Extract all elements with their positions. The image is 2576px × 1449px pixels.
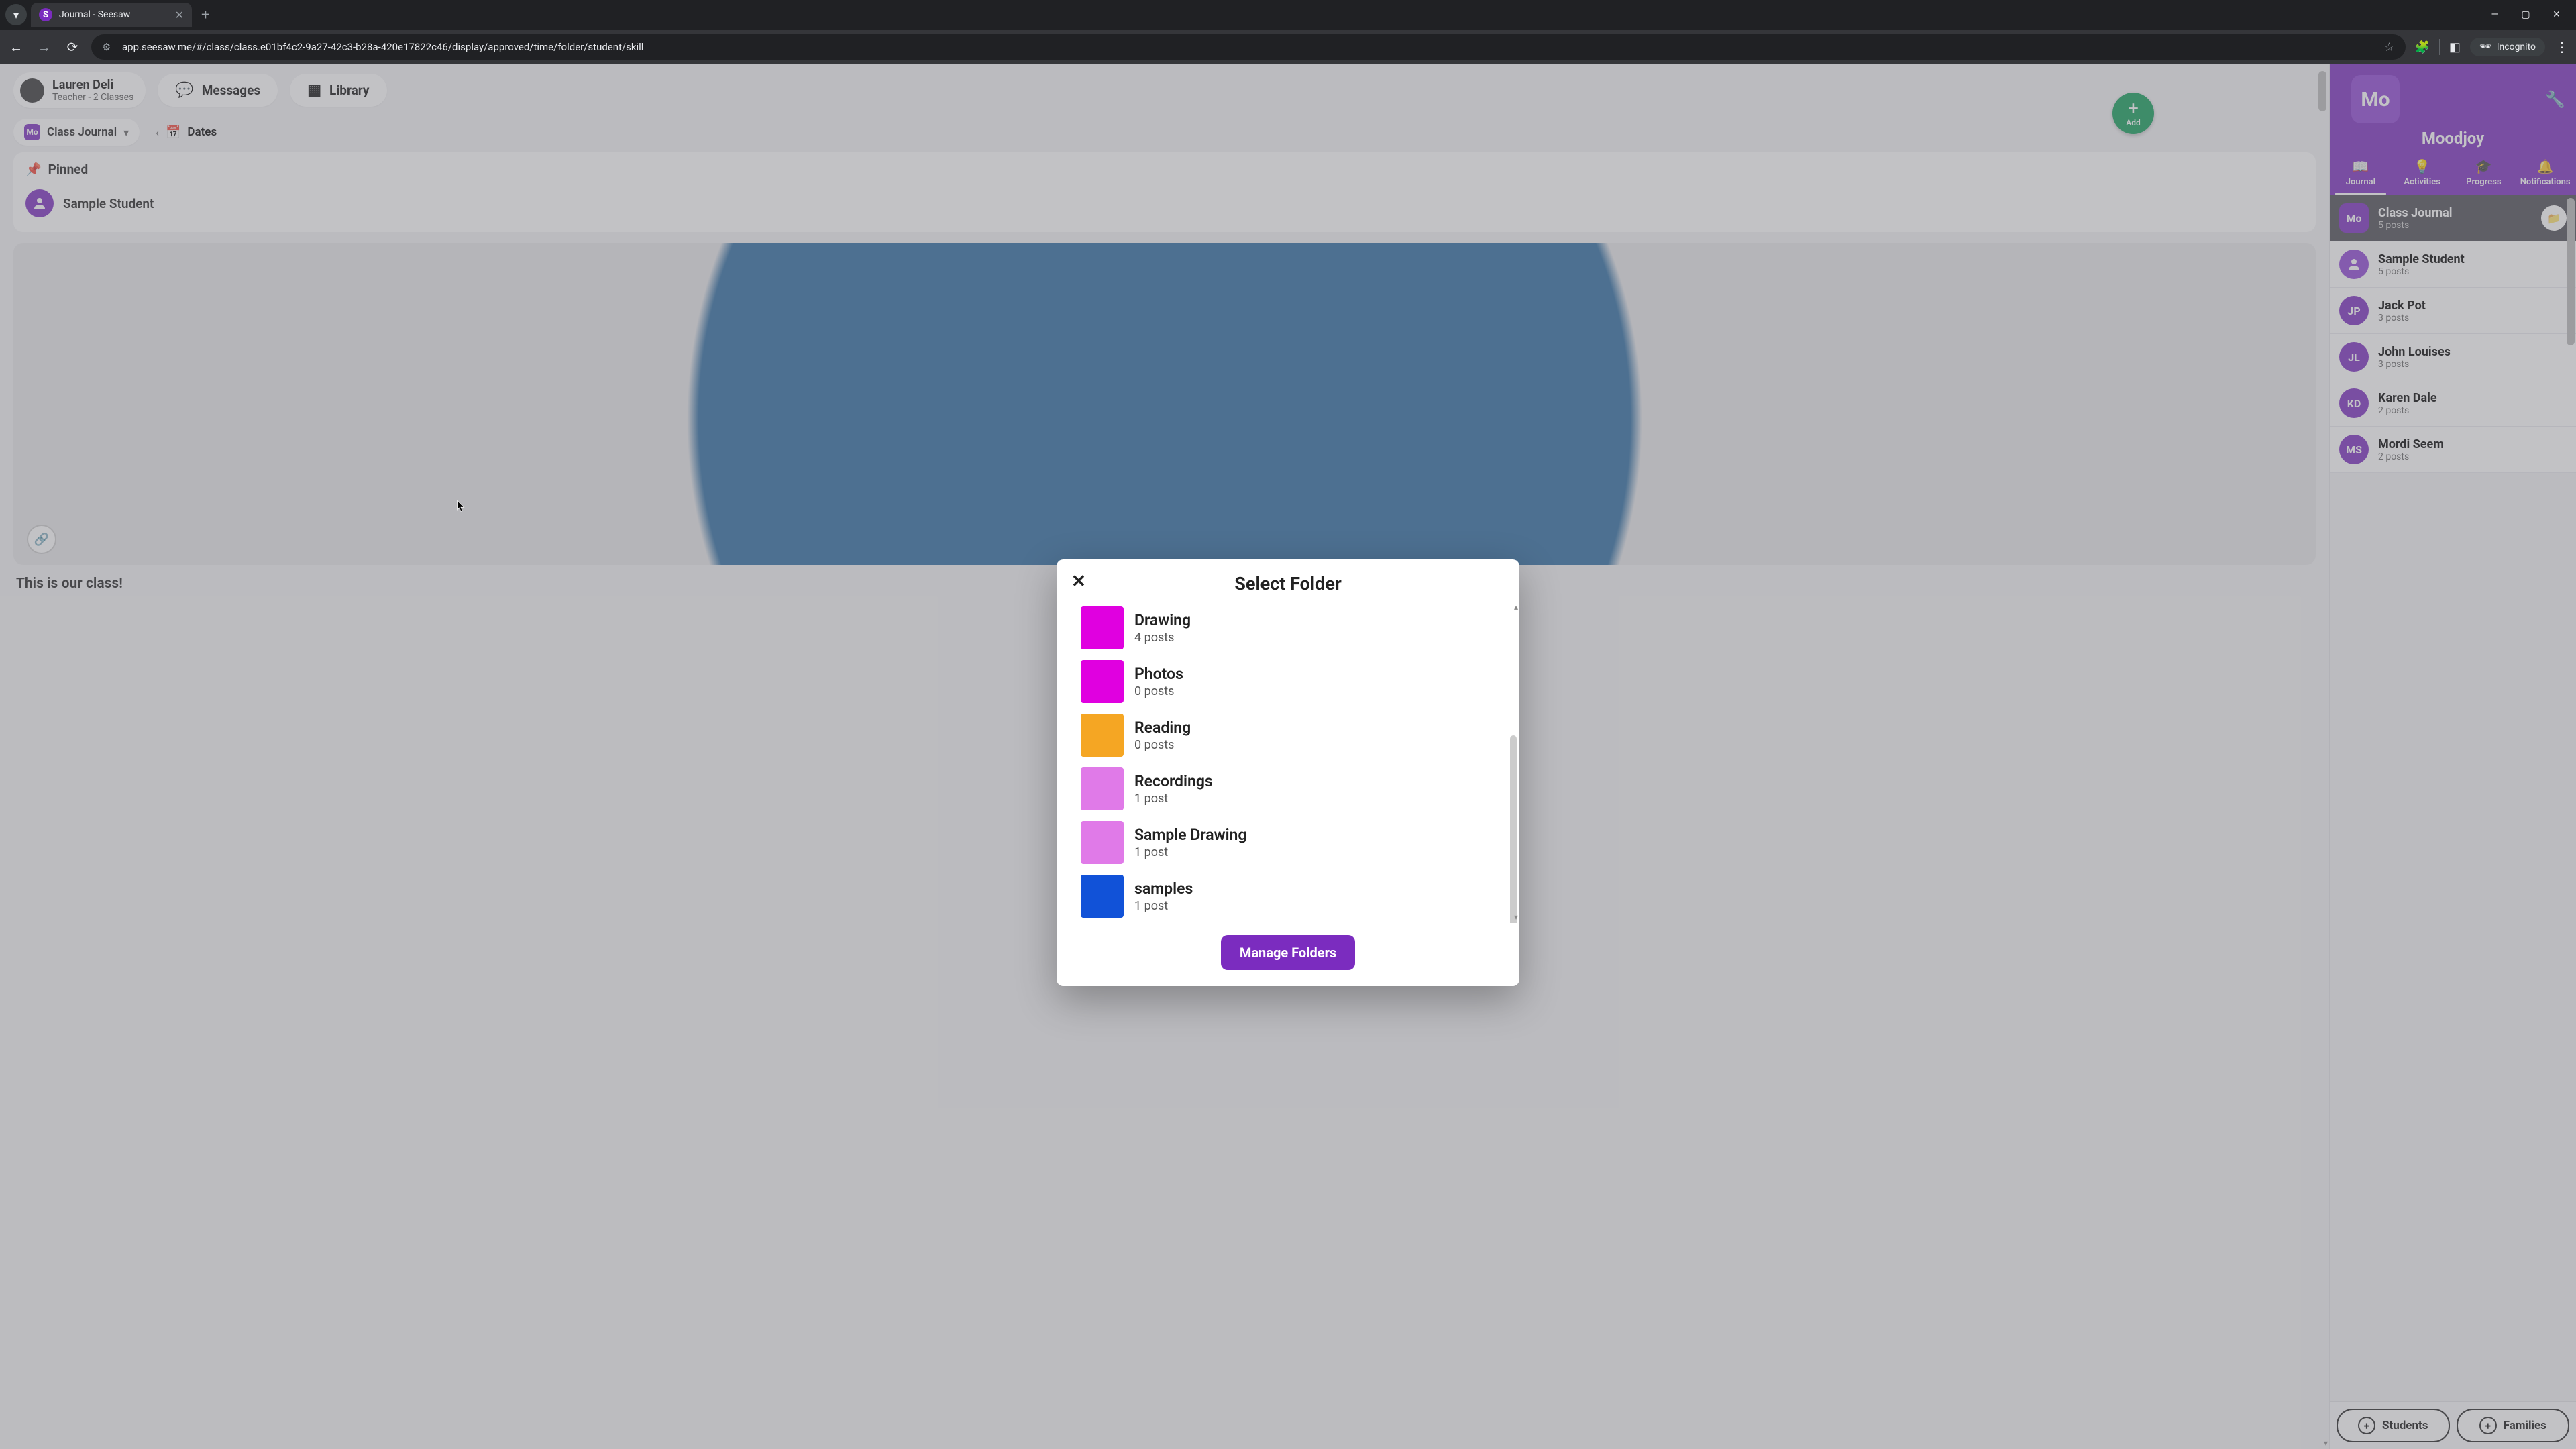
folder-color-swatch — [1081, 821, 1124, 864]
url-text: app.seesaw.me/#/class/class.e01bf4c2-9a2… — [122, 41, 2375, 53]
incognito-chip[interactable]: 🕶 Incognito — [2470, 38, 2545, 56]
tab-title: Journal - Seesaw — [59, 9, 168, 20]
bookmark-star-icon[interactable]: ☆ — [2383, 40, 2394, 54]
browser-menu-button[interactable]: ⋮ — [2555, 39, 2569, 55]
new-tab-button[interactable]: + — [201, 7, 209, 23]
folder-color-swatch — [1081, 875, 1124, 918]
browser-toolbar: ← → ⟳ ⚙ app.seesaw.me/#/class/class.e01b… — [0, 30, 2576, 64]
reload-button[interactable]: ⟳ — [63, 39, 82, 55]
forward-button[interactable]: → — [35, 39, 54, 56]
folder-color-swatch — [1081, 767, 1124, 810]
folder-name: Photos — [1134, 665, 1183, 683]
folder-color-swatch — [1081, 606, 1124, 649]
modal-scrollbar-thumb[interactable] — [1510, 735, 1517, 923]
folder-name: Reading — [1134, 718, 1191, 737]
folder-post-count: 1 post — [1134, 899, 1193, 913]
folder-post-count: 0 posts — [1134, 684, 1183, 698]
folder-post-count: 4 posts — [1134, 631, 1191, 645]
folder-list[interactable]: ▴ ▾ Drawing 4 posts Photos 0 posts Readi… — [1057, 601, 1519, 923]
browser-titlebar: ▾ S Journal - Seesaw ✕ + — ▢ ✕ — [0, 0, 2576, 30]
back-button[interactable]: ← — [7, 39, 25, 56]
folder-row[interactable]: Recordings 1 post — [1074, 762, 1502, 816]
close-window-button[interactable]: ✕ — [2549, 9, 2564, 20]
folder-post-count: 1 post — [1134, 792, 1213, 806]
folder-post-count: 0 posts — [1134, 738, 1191, 752]
manage-folders-button[interactable]: Manage Folders — [1221, 935, 1355, 970]
maximize-button[interactable]: ▢ — [2518, 9, 2533, 20]
folder-row[interactable]: Photos 0 posts — [1074, 655, 1502, 708]
modal-title: Select Folder — [1057, 573, 1519, 594]
select-folder-modal: ✕ Select Folder ▴ ▾ Drawing 4 posts Phot… — [1057, 559, 1519, 986]
folder-name: Recordings — [1134, 772, 1213, 790]
tab-favicon: S — [39, 8, 52, 21]
tabs-dropdown-button[interactable]: ▾ — [5, 4, 27, 25]
folder-row[interactable]: Drawing 4 posts — [1074, 601, 1502, 655]
site-settings-icon[interactable]: ⚙ — [102, 41, 114, 53]
toolbar-divider — [2439, 39, 2440, 55]
minimize-button[interactable]: — — [2487, 9, 2502, 20]
extensions-icon[interactable]: 🧩 — [2415, 40, 2430, 54]
scroll-up-icon[interactable]: ▴ — [1514, 602, 1518, 612]
address-bar[interactable]: ⚙ app.seesaw.me/#/class/class.e01bf4c2-9… — [91, 34, 2406, 60]
folder-row[interactable]: Sample Drawing 1 post — [1074, 816, 1502, 869]
folder-row[interactable]: Reading 0 posts — [1074, 708, 1502, 762]
window-controls: — ▢ ✕ — [2487, 9, 2571, 20]
modal-close-button[interactable]: ✕ — [1071, 572, 1086, 592]
browser-tab[interactable]: S Journal - Seesaw ✕ — [31, 3, 192, 27]
scroll-down-icon[interactable]: ▾ — [1514, 912, 1518, 922]
folder-name: Drawing — [1134, 611, 1191, 629]
folder-color-swatch — [1081, 714, 1124, 757]
folder-name: samples — [1134, 879, 1193, 898]
incognito-label: Incognito — [2497, 42, 2536, 52]
folder-color-swatch — [1081, 660, 1124, 703]
sidepanel-icon[interactable]: ◧ — [2449, 40, 2461, 54]
tab-close-icon[interactable]: ✕ — [175, 9, 184, 21]
folder-post-count: 1 post — [1134, 845, 1246, 859]
folder-name: Sample Drawing — [1134, 826, 1246, 844]
incognito-icon: 🕶 — [2479, 42, 2491, 52]
folder-row[interactable]: samples 1 post — [1074, 869, 1502, 923]
